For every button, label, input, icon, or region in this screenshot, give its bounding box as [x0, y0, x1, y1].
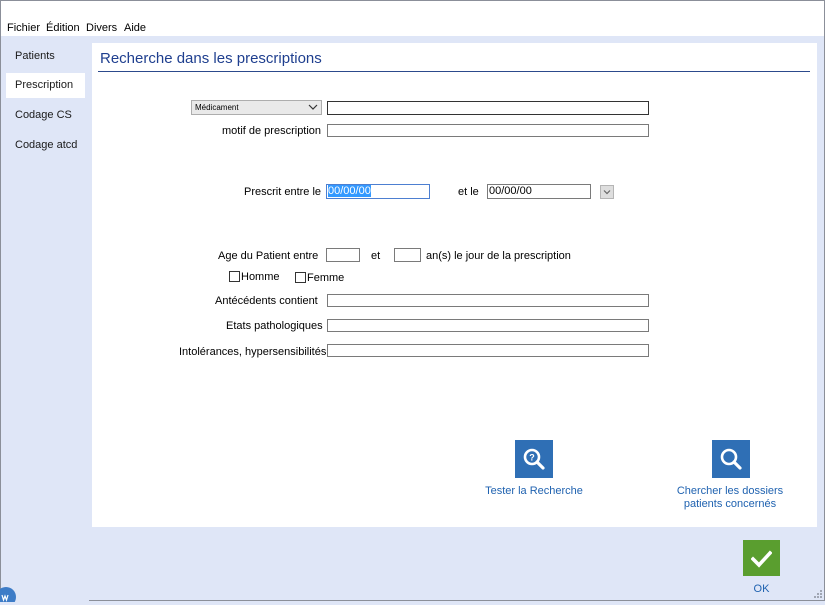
- intolerances-label: Intolérances, hypersensibilités: [179, 346, 327, 358]
- type-select[interactable]: Médicament: [191, 100, 322, 115]
- chevron-down-icon: [603, 190, 611, 195]
- age-from-input[interactable]: [326, 248, 360, 262]
- checkmark-icon: [751, 550, 772, 568]
- menu-bar: Fichier Édition Divers Aide: [1, 1, 824, 36]
- sidebar-item-codage-cs[interactable]: Codage CS: [6, 103, 85, 128]
- sidebar: Patients Prescription Codage CS Codage a…: [1, 36, 89, 601]
- date-from-value: 00/00/00: [328, 185, 371, 197]
- resize-grip-icon[interactable]: [813, 589, 823, 599]
- ok-label[interactable]: OK: [743, 583, 780, 595]
- chevron-down-icon: [308, 101, 318, 114]
- intolerances-input[interactable]: [327, 344, 649, 357]
- search-patients-button[interactable]: [712, 440, 750, 478]
- svg-text:?: ?: [529, 453, 535, 463]
- age-suffix-label: an(s) le jour de la prescription: [426, 250, 571, 262]
- menu-divers[interactable]: Divers: [86, 22, 117, 34]
- search-panel: Recherche dans les prescriptions Médicam…: [92, 43, 817, 527]
- page-title: Recherche dans les prescriptions: [100, 50, 322, 67]
- test-search-button[interactable]: ?: [515, 440, 553, 478]
- menu-edition[interactable]: Édition: [46, 22, 80, 34]
- type-value-input[interactable]: [327, 101, 649, 115]
- type-select-value: Médicament: [195, 103, 239, 112]
- date-to-value: 00/00/00: [489, 185, 532, 197]
- femme-checkbox[interactable]: [295, 272, 306, 283]
- et-le-label: et le: [458, 186, 479, 198]
- etats-label: Etats pathologiques: [226, 320, 323, 332]
- test-search-label[interactable]: Tester la Recherche: [476, 485, 592, 498]
- magnifier-question-icon: ?: [523, 448, 545, 470]
- date-to-input[interactable]: 00/00/00: [487, 184, 591, 199]
- search-patients-label-line1: Chercher les dossiers: [676, 485, 784, 497]
- etats-input[interactable]: [327, 319, 649, 332]
- ok-button[interactable]: [743, 540, 780, 576]
- homme-label: Homme: [241, 271, 280, 283]
- motif-input[interactable]: [327, 124, 649, 137]
- sidebar-item-prescription[interactable]: Prescription: [6, 73, 85, 98]
- sidebar-item-patients[interactable]: Patients: [6, 44, 85, 69]
- menu-fichier[interactable]: Fichier: [7, 22, 40, 34]
- age-et-label: et: [371, 250, 381, 262]
- antecedents-input[interactable]: [327, 294, 649, 307]
- menu-aide[interactable]: Aide: [124, 22, 146, 34]
- age-to-input[interactable]: [394, 248, 421, 262]
- motif-label: motif de prescription: [222, 125, 322, 137]
- antecedents-label: Antécédents contient: [215, 295, 318, 307]
- date-from-input[interactable]: 00/00/00: [326, 184, 430, 199]
- sidebar-item-codage-atcd[interactable]: Codage atcd: [6, 133, 85, 158]
- app-logo-icon: [0, 586, 16, 605]
- search-patients-label[interactable]: Chercher les dossiers patients concernés: [665, 485, 795, 511]
- femme-label: Femme: [307, 272, 345, 284]
- homme-checkbox[interactable]: [229, 271, 240, 282]
- title-divider: [98, 71, 810, 72]
- search-icon: [720, 448, 742, 470]
- date-picker-button[interactable]: [600, 185, 614, 199]
- prescrit-label: Prescrit entre le: [244, 186, 322, 198]
- search-patients-label-line2: patients concernés: [683, 498, 777, 510]
- age-label: Age du Patient entre: [218, 250, 319, 262]
